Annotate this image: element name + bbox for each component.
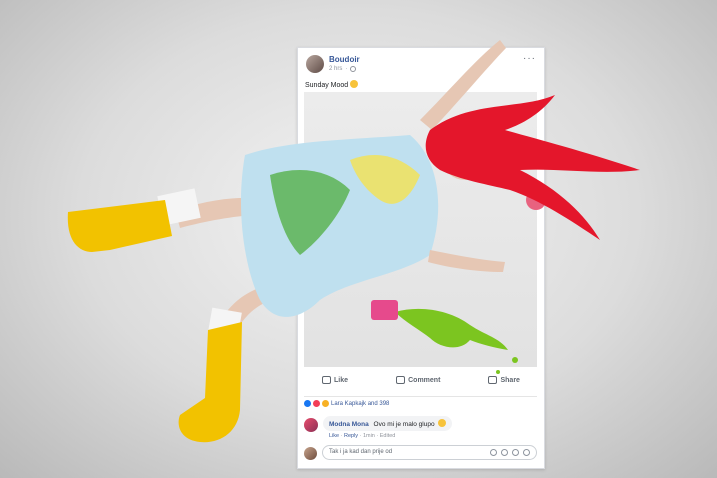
reply-input[interactable]: Tak i ja kad dan prije od (322, 445, 537, 460)
post-time[interactable]: 2 hrs (329, 66, 342, 72)
like-reaction-icon (304, 400, 311, 407)
like-label: Like (334, 376, 349, 384)
reactions-bar[interactable]: Lara Kapkajk and 398 (304, 396, 537, 407)
page-avatar[interactable] (306, 55, 324, 73)
comment-reply-link[interactable]: Reply (344, 433, 358, 439)
camera-icon[interactable] (501, 449, 508, 456)
boot-right (178, 322, 242, 443)
separator-dot: · (345, 66, 348, 72)
sock (157, 188, 201, 226)
emoji-icon[interactable] (490, 449, 497, 456)
reply-box: Tak i ja kad dan prije od (304, 445, 537, 462)
sticker-icon[interactable] (523, 449, 530, 456)
reply-input-text: Tak i ja kad dan prije od (329, 449, 393, 455)
post-text-content: Sunday Mood (305, 82, 349, 89)
globe-icon (350, 66, 357, 72)
comment-bubble-icon (396, 376, 406, 384)
comment-label: Comment (408, 376, 441, 384)
reply-tools (490, 449, 530, 456)
like-button[interactable]: Like (322, 376, 348, 384)
thumbs-up-icon (322, 376, 332, 384)
user-avatar (304, 447, 317, 460)
comment-text: Ovo mi je malo glupo (373, 421, 435, 428)
post-card: Boudoir 2 hrs · ··· Sunday Mood Like Com… (297, 47, 545, 469)
sock (208, 307, 242, 337)
boot-left (67, 200, 172, 252)
post-actions: Like Comment Share (298, 372, 544, 388)
gif-icon[interactable] (512, 449, 519, 456)
reactions-summary[interactable]: Lara Kapkajk and 398 (331, 401, 389, 407)
smiling-face-icon (350, 80, 359, 88)
comment-bubble: Modna Mona Ovo mi je malo glupo (323, 416, 453, 431)
leg (215, 285, 272, 340)
leg (175, 198, 262, 228)
love-reaction-icon (313, 400, 320, 407)
photo-composite: Boudoir 2 hrs · ··· Sunday Mood Like Com… (0, 0, 717, 478)
comment-like-link[interactable]: Like (329, 433, 339, 439)
wow-reaction-icon (322, 400, 329, 407)
share-label: Share (500, 376, 520, 384)
post-text: Sunday Mood (305, 80, 359, 89)
confused-face-icon (438, 419, 447, 427)
comment-footer: Like · Reply · 1min · Edited (329, 433, 396, 439)
share-button[interactable]: Share (488, 376, 520, 384)
comment-edited: Edited (379, 433, 396, 439)
comment-button[interactable]: Comment (396, 376, 440, 384)
commenter-avatar[interactable] (304, 418, 318, 432)
post-photo[interactable] (304, 92, 537, 367)
comment-time: 1min (362, 433, 375, 439)
share-arrow-icon (488, 376, 498, 384)
page-name[interactable]: Boudoir (329, 55, 360, 64)
comment-author[interactable]: Modna Mona (329, 421, 369, 428)
more-dots-icon[interactable]: ··· (523, 53, 536, 64)
post-meta: 2 hrs · (329, 66, 357, 72)
